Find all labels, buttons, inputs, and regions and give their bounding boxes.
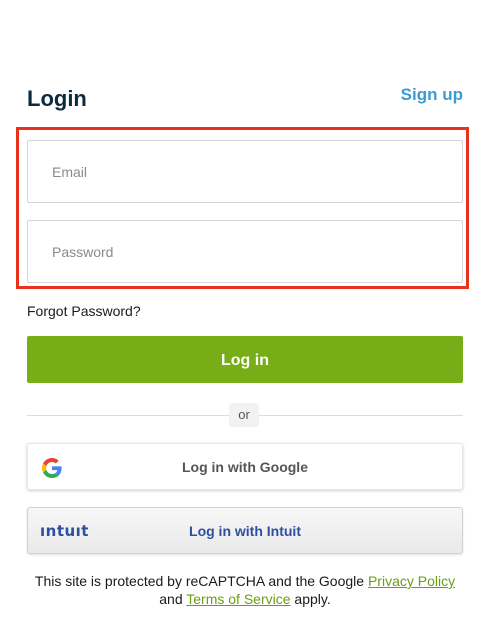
login-header: Login Sign up: [27, 84, 463, 114]
recaptcha-text-middle: and: [159, 591, 187, 607]
page-title: Login: [27, 86, 87, 111]
google-login-button[interactable]: Log in with Google: [27, 443, 463, 490]
forgot-password-link[interactable]: Forgot Password?: [27, 302, 141, 320]
email-field[interactable]: [28, 141, 462, 202]
or-divider-label: or: [229, 403, 259, 427]
privacy-policy-link[interactable]: Privacy Policy: [368, 573, 455, 589]
intuit-login-label: Log in with Intuit: [189, 523, 301, 539]
recaptcha-text-before: This site is protected by reCAPTCHA and …: [34, 573, 368, 589]
intuit-login-button[interactable]: ıntuıt Log in with Intuit: [27, 507, 463, 554]
recaptcha-text-after: apply.: [290, 591, 331, 607]
google-login-label: Log in with Google: [182, 459, 308, 475]
email-field-container: [27, 140, 463, 203]
terms-of-service-link[interactable]: Terms of Service: [186, 591, 290, 607]
login-button[interactable]: Log in: [27, 336, 463, 383]
password-field[interactable]: [28, 221, 462, 282]
password-field-container: [27, 220, 463, 283]
signup-link[interactable]: Sign up: [401, 80, 463, 110]
recaptcha-notice: This site is protected by reCAPTCHA and …: [27, 572, 463, 608]
